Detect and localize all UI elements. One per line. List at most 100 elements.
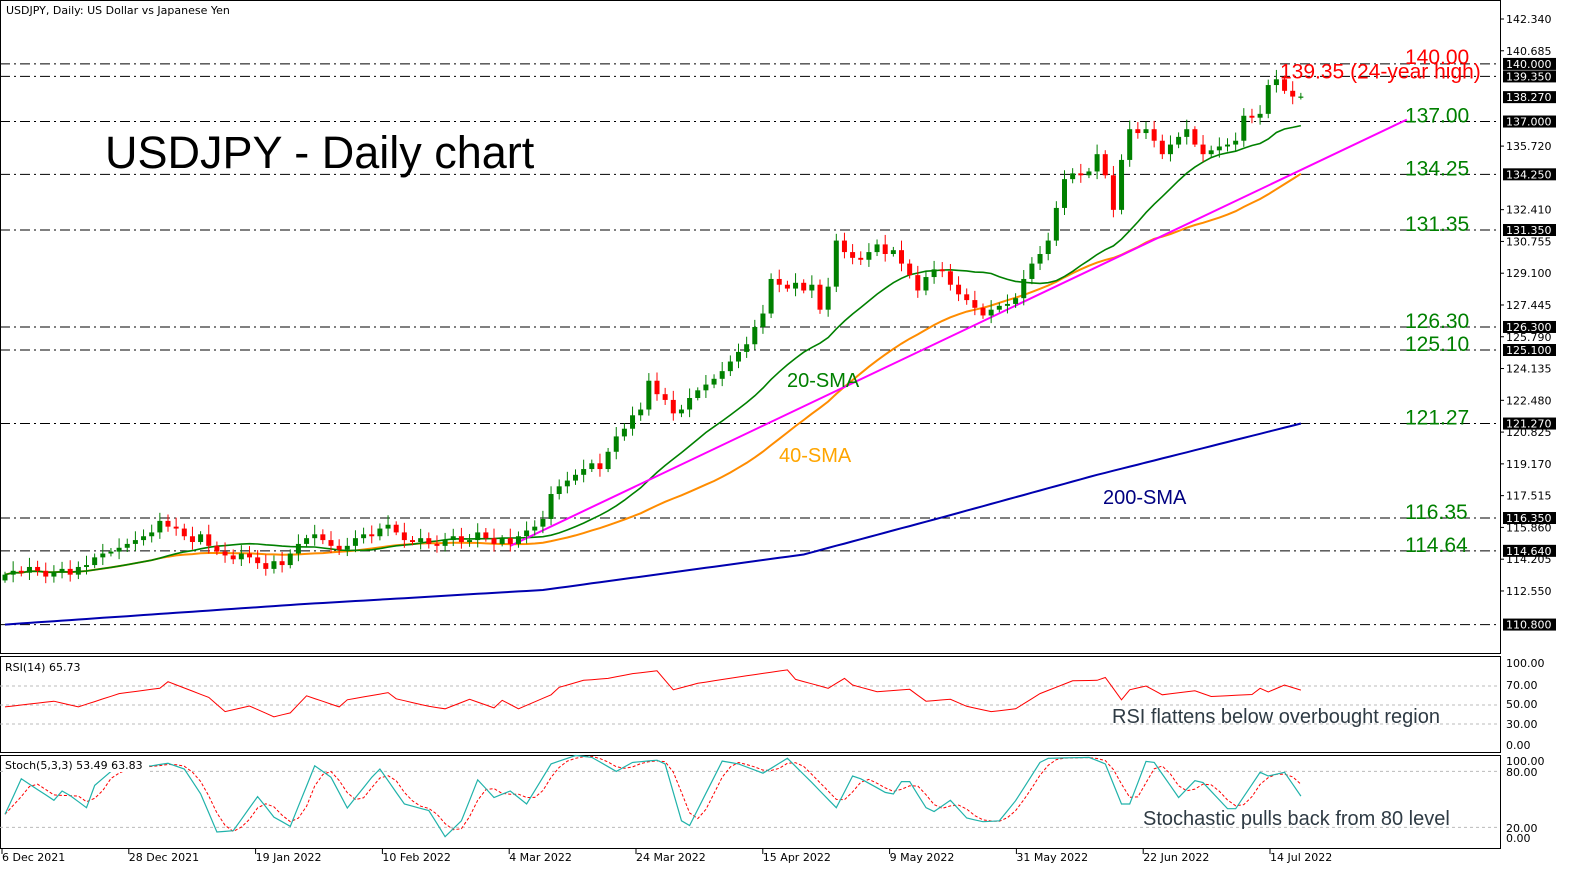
bearish-candle <box>35 560 41 576</box>
y-tick-label: 122.480 <box>1506 394 1552 407</box>
candle-body <box>768 278 774 314</box>
bullish-candle <box>646 373 652 416</box>
bearish-candle <box>43 562 49 584</box>
bearish-candle <box>1249 108 1255 124</box>
bullish-candle <box>556 479 562 500</box>
bullish-candle <box>1298 92 1304 100</box>
bullish-candle <box>51 565 57 583</box>
candle-body <box>67 568 73 575</box>
y-tick-label: 142.340 <box>1506 13 1552 26</box>
bullish-candle <box>271 555 277 574</box>
candle-body <box>841 240 847 253</box>
bullish-candle <box>1233 132 1239 152</box>
bearish-candle <box>189 526 195 550</box>
bearish-candle <box>434 535 440 553</box>
candle-body <box>719 371 725 379</box>
candle-body <box>532 526 538 531</box>
bearish-candle <box>1102 150 1108 179</box>
candle-body <box>1086 171 1092 176</box>
candle-body <box>540 518 546 527</box>
bearish-candle <box>939 262 945 278</box>
candle-body <box>776 278 782 285</box>
candle-body <box>304 538 310 544</box>
candle-body <box>230 555 236 560</box>
bullish-candle <box>621 423 627 441</box>
candle-body <box>483 532 489 539</box>
level-label: 134.25 <box>1405 157 1469 180</box>
candle-body <box>939 269 945 272</box>
bearish-candle <box>206 524 212 554</box>
candle-body <box>1184 129 1190 137</box>
candle-body <box>467 540 473 543</box>
candle-body <box>744 344 750 352</box>
candle-body <box>678 409 684 414</box>
candle-body <box>793 282 799 289</box>
level-label: 125.10 <box>1405 333 1469 356</box>
candle-body <box>687 398 693 410</box>
y-tick-label: 130.755 <box>1506 235 1552 248</box>
bullish-candle <box>1167 135 1173 162</box>
stoch-label: Stoch(5,3,3) 53.49 63.83 <box>5 759 143 772</box>
y-tick-label: 140.685 <box>1506 45 1552 58</box>
candle-body <box>491 538 497 544</box>
bullish-candle <box>678 404 684 418</box>
bearish-candle <box>980 303 986 319</box>
level-price-tag-label: 110.800 <box>1506 619 1552 632</box>
x-tick-label: 24 Mar 2022 <box>636 851 706 864</box>
candle-body <box>890 250 896 255</box>
candle-body <box>630 415 636 429</box>
candle-body <box>401 532 407 541</box>
candle-body <box>1078 173 1084 176</box>
candle-body <box>621 428 627 437</box>
candle-body <box>646 380 652 410</box>
candle-body <box>410 540 415 543</box>
candle-body <box>1216 146 1222 151</box>
candle-body <box>980 307 986 316</box>
bullish-candle <box>442 532 448 552</box>
candle-body <box>1241 115 1247 141</box>
x-tick-label: 10 Feb 2022 <box>382 851 450 864</box>
bullish-candle <box>760 304 766 334</box>
y-tick-label: 124.135 <box>1506 363 1552 376</box>
rsi-label: RSI(14) 65.73 <box>5 661 80 674</box>
bullish-candle <box>10 561 16 583</box>
bullish-candle <box>304 534 310 547</box>
bearish-candle <box>507 528 513 552</box>
bullish-candle <box>108 547 114 557</box>
candle-body <box>1265 85 1271 114</box>
bearish-candle <box>320 529 326 545</box>
candle-body <box>956 284 962 295</box>
bearish-candle <box>947 263 953 291</box>
candle-body <box>727 361 733 372</box>
candle-body <box>801 282 807 291</box>
x-tick-label: 15 Apr 2022 <box>763 851 831 864</box>
candle-body <box>320 534 326 541</box>
candle-body <box>1127 129 1133 160</box>
candle-body <box>670 399 676 414</box>
candle-body <box>124 543 130 548</box>
bullish-candle <box>352 530 358 553</box>
bearish-candle <box>972 290 978 316</box>
candle-body <box>59 568 65 573</box>
candle-body <box>1094 154 1100 172</box>
bullish-candle <box>736 343 741 369</box>
bullish-candle <box>116 538 122 560</box>
candle-body <box>752 326 758 345</box>
candle-body <box>1257 113 1263 118</box>
candle-body <box>564 480 570 487</box>
bearish-candle <box>850 244 856 265</box>
bearish-candle <box>491 528 497 552</box>
sma20-label: 20-SMA <box>787 370 860 392</box>
candle-body <box>328 540 334 546</box>
candle-body <box>703 384 709 391</box>
candle-body <box>238 553 244 560</box>
bearish-candle <box>426 532 432 549</box>
candle-body <box>1167 144 1173 155</box>
candle-body <box>377 528 383 537</box>
candle-body <box>524 530 530 537</box>
candle-body <box>442 540 448 546</box>
candle-body <box>1282 79 1288 91</box>
bullish-candle <box>1241 108 1247 147</box>
candle-body <box>10 570 16 575</box>
candle-body <box>198 534 204 543</box>
